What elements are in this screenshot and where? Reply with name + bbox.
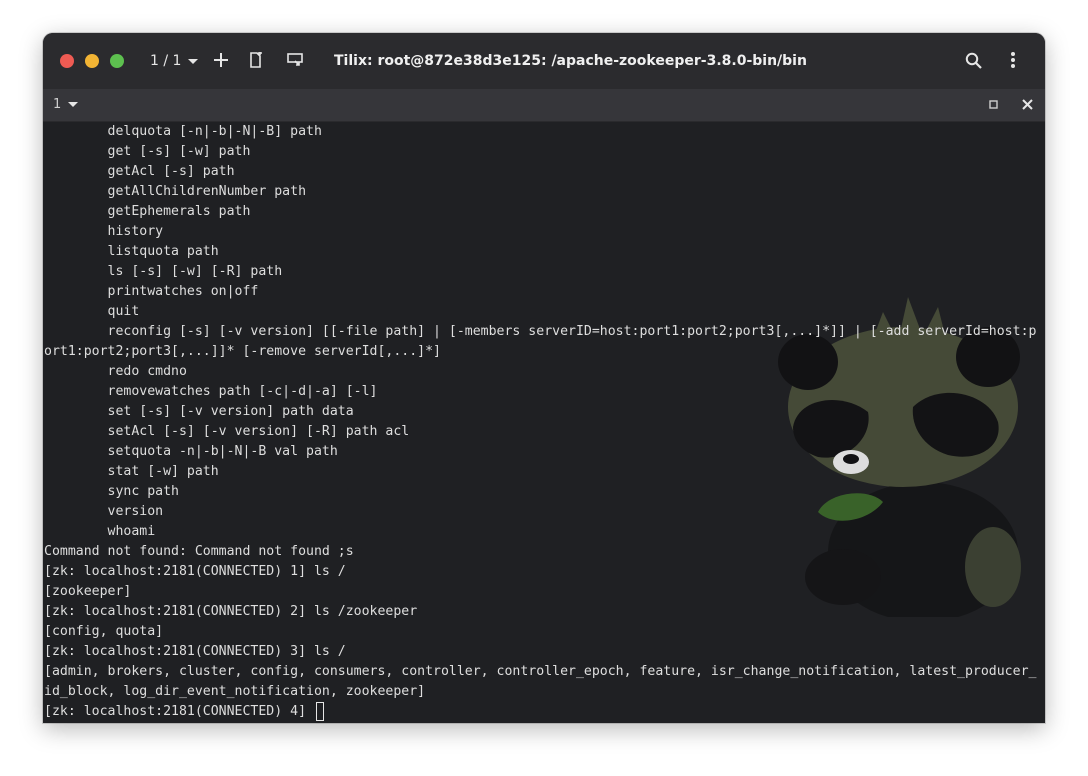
terminal-line: history <box>44 224 164 239</box>
terminal-line: [zk: localhost:2181(CONNECTED) 2] ls /zo… <box>44 604 418 619</box>
terminal-cursor <box>315 702 324 721</box>
terminal-output[interactable]: delquota [-n|-b|-N|-B] path get [-s] [-w… <box>43 122 1045 723</box>
terminal-line: getAcl [-s] path <box>44 164 235 179</box>
title-bar: 1 / 1 Tilix: root@872e38d3e125: /apache-… <box>43 33 1045 89</box>
add-session-icon[interactable] <box>249 52 263 68</box>
plus-icon[interactable] <box>213 52 229 68</box>
terminal-line: listquota path <box>44 244 219 259</box>
terminal-lines: delquota [-n|-b|-N|-B] path get [-s] [-w… <box>44 122 1044 722</box>
terminal-line: [zk: localhost:2181(CONNECTED) 1] ls / <box>44 564 346 579</box>
terminal-tab-label[interactable]: 1 <box>53 96 61 114</box>
terminal-prompt-line[interactable]: [zk: localhost:2181(CONNECTED) 4] <box>44 702 1044 722</box>
terminal-line: [admin, brokers, cluster, config, consum… <box>44 664 1037 679</box>
chevron-down-icon[interactable] <box>188 59 198 64</box>
session-counter[interactable]: 1 / 1 <box>150 50 181 72</box>
terminal-line: version <box>44 504 164 519</box>
terminal-line: delquota [-n|-b|-N|-B] path <box>44 124 322 139</box>
close-icon[interactable] <box>1022 99 1033 110</box>
terminal-line: getEphemerals path <box>44 204 251 219</box>
terminal-line: id_block, log_dir_event_notification, zo… <box>44 684 426 699</box>
terminal-line: stat [-w] path <box>44 464 219 479</box>
terminal-line: printwatches on|off <box>44 284 259 299</box>
maximize-icon[interactable] <box>989 100 998 109</box>
chevron-down-icon[interactable] <box>68 102 78 107</box>
terminal-line: setquota -n|-b|-N|-B val path <box>44 444 338 459</box>
maximize-window-button[interactable] <box>110 54 124 68</box>
terminal-line: sync path <box>44 484 179 499</box>
terminal-prompt: [zk: localhost:2181(CONNECTED) 4] <box>44 704 314 719</box>
terminal-line: [config, quota] <box>44 624 164 639</box>
terminal-line: getAllChildrenNumber path <box>44 184 307 199</box>
terminal-line: set [-s] [-v version] path data <box>44 404 354 419</box>
close-window-button[interactable] <box>60 54 74 68</box>
terminal-line: Command not found: Command not found ;s <box>44 544 354 559</box>
terminal-line: whoami <box>44 524 156 539</box>
terminal-line: quit <box>44 304 140 319</box>
terminal-tab-bar: 1 <box>43 89 1045 122</box>
terminal-line: ort1:port2;port3[,...]]* [-remove server… <box>44 344 441 359</box>
terminal-line: redo cmdno <box>44 364 187 379</box>
minimize-window-button[interactable] <box>85 54 99 68</box>
search-icon[interactable] <box>965 52 982 69</box>
terminal-window: 1 / 1 Tilix: root@872e38d3e125: /apache-… <box>43 33 1045 723</box>
terminal-line: [zk: localhost:2181(CONNECTED) 3] ls / <box>44 644 346 659</box>
terminal-line: setAcl [-s] [-v version] [-R] path acl <box>44 424 410 439</box>
terminal-line: ls [-s] [-w] [-R] path <box>44 264 283 279</box>
kebab-menu-icon[interactable] <box>1010 51 1016 69</box>
terminal-line: removewatches path [-c|-d|-a] [-l] <box>44 384 378 399</box>
terminal-line: get [-s] [-w] path <box>44 144 251 159</box>
window-title: Tilix: root@872e38d3e125: /apache-zookee… <box>334 53 807 69</box>
terminal-line: reconfig [-s] [-v version] [[-file path]… <box>44 324 1037 339</box>
sync-input-icon[interactable] <box>287 53 303 67</box>
terminal-line: [zookeeper] <box>44 584 132 599</box>
